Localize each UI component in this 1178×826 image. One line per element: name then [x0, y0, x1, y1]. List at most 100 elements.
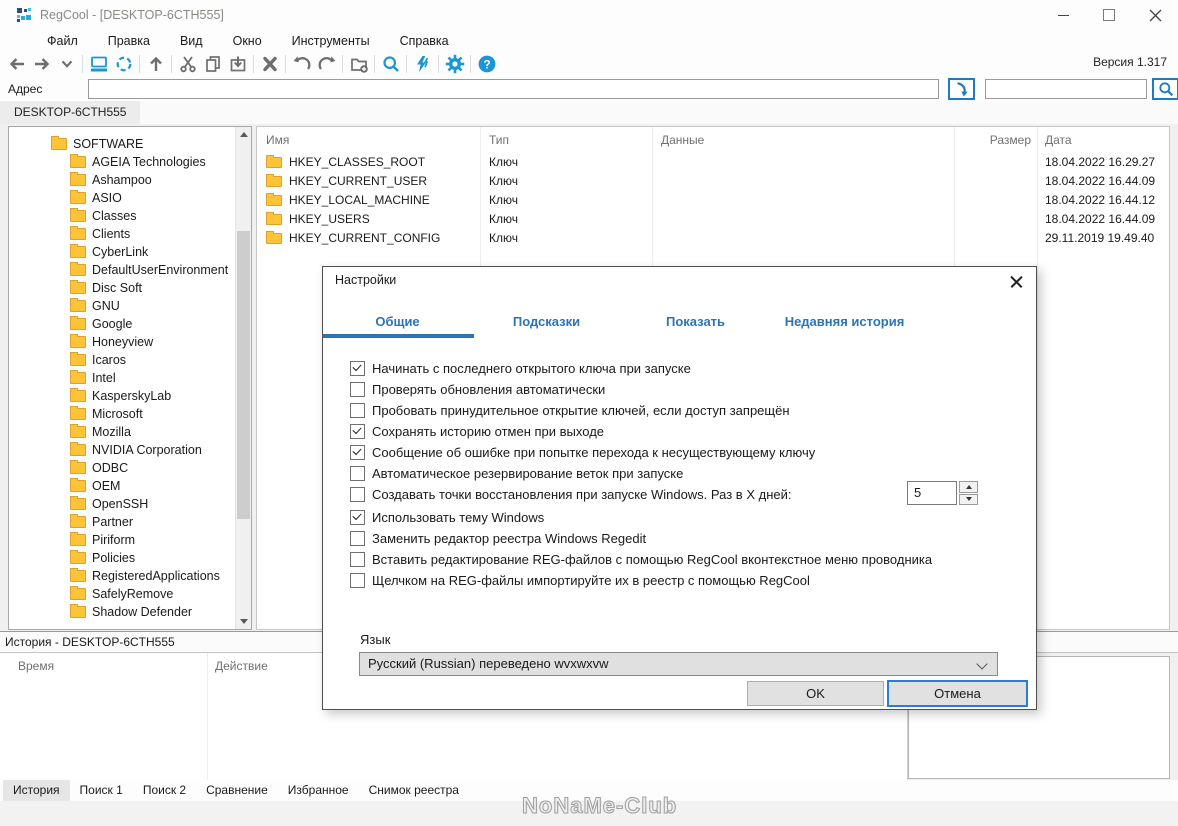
- tree-item[interactable]: Google: [9, 315, 235, 333]
- checkbox-row[interactable]: Сообщение об ошибке при попытке перехода…: [350, 442, 815, 463]
- tree-scrollbar[interactable]: [235, 127, 251, 629]
- undo-button[interactable]: [289, 53, 314, 75]
- cut-button[interactable]: [175, 53, 200, 75]
- dialog-tab[interactable]: Общие: [323, 309, 472, 334]
- checkbox[interactable]: [350, 466, 365, 481]
- tree-item[interactable]: Intel: [9, 369, 235, 387]
- bottom-tab[interactable]: Поиск 1: [70, 780, 133, 801]
- bottom-tab[interactable]: Поиск 2: [133, 780, 196, 801]
- address-input[interactable]: [88, 78, 939, 99]
- quick-search-input[interactable]: [985, 78, 1147, 99]
- checkbox-row[interactable]: Создавать точки восстановления при запус…: [350, 484, 815, 505]
- tree-item[interactable]: DefaultUserEnvironment: [9, 261, 235, 279]
- column-header-type[interactable]: Тип: [480, 127, 652, 153]
- tree-item[interactable]: SafelyRemove: [9, 585, 235, 603]
- checkbox[interactable]: [350, 445, 365, 460]
- session-tab[interactable]: DESKTOP-6CTH555: [0, 101, 141, 124]
- table-row[interactable]: HKEY_CLASSES_ROOT Ключ 18.04.2022 16.29.…: [257, 153, 1169, 172]
- stepper-down-button[interactable]: [959, 493, 978, 505]
- tree-item[interactable]: Piriform: [9, 531, 235, 549]
- search-button-toolbar[interactable]: [378, 53, 403, 75]
- forward-button[interactable]: [29, 53, 54, 75]
- checkbox[interactable]: [350, 403, 365, 418]
- checkbox[interactable]: [350, 382, 365, 397]
- checkbox-row[interactable]: Вставить редактирование REG-файлов с пом…: [350, 549, 932, 570]
- tree-item[interactable]: NVIDIA Corporation: [9, 441, 235, 459]
- history-dropdown-button[interactable]: [54, 53, 79, 75]
- tree-item[interactable]: Policies: [9, 549, 235, 567]
- menu-item[interactable]: Правка: [108, 34, 150, 48]
- new-key-button[interactable]: [346, 53, 371, 75]
- tree-item[interactable]: AGEIA Technologies: [9, 153, 235, 171]
- connect-computer-button[interactable]: [86, 53, 111, 75]
- scroll-down-button[interactable]: [236, 614, 251, 629]
- tree-item[interactable]: Partner: [9, 513, 235, 531]
- tree-item[interactable]: GNU: [9, 297, 235, 315]
- tree-item[interactable]: Honeyview: [9, 333, 235, 351]
- history-column-action[interactable]: Действие: [215, 659, 268, 673]
- dialog-close-button[interactable]: [1008, 273, 1026, 291]
- bottom-tab[interactable]: Снимок реестра: [359, 780, 469, 801]
- checkbox[interactable]: [350, 487, 365, 502]
- checkbox[interactable]: [350, 552, 365, 567]
- tree-item[interactable]: KasperskyLab: [9, 387, 235, 405]
- tree-item[interactable]: Mozilla: [9, 423, 235, 441]
- scroll-up-button[interactable]: [236, 127, 251, 142]
- menu-item[interactable]: Файл: [47, 34, 78, 48]
- bottom-tab[interactable]: Сравнение: [196, 780, 278, 801]
- checkbox-row[interactable]: Пробовать принудительное открытие ключей…: [350, 400, 815, 421]
- checkbox[interactable]: [350, 510, 365, 525]
- table-row[interactable]: HKEY_CURRENT_USER Ключ 18.04.2022 16.44.…: [257, 172, 1169, 191]
- tree-item[interactable]: Microsoft: [9, 405, 235, 423]
- cancel-button[interactable]: Отмена: [887, 680, 1028, 707]
- tree-item[interactable]: Classes: [9, 207, 235, 225]
- tree-item[interactable]: OEM: [9, 477, 235, 495]
- tree-item[interactable]: ASIO: [9, 189, 235, 207]
- column-header-data[interactable]: Данные: [652, 127, 954, 153]
- column-header-size[interactable]: Размер: [954, 127, 1037, 153]
- menu-item[interactable]: Вид: [180, 34, 203, 48]
- tree-item[interactable]: OpenSSH: [9, 495, 235, 513]
- checkbox[interactable]: [350, 573, 365, 588]
- checkbox-row[interactable]: Автоматическое резервирование веток при …: [350, 463, 815, 484]
- tree-item[interactable]: Shadow Defender: [9, 603, 235, 621]
- checkbox-row[interactable]: Сохранять историю отмен при выходе: [350, 421, 815, 442]
- stepper-up-button[interactable]: [959, 481, 978, 493]
- menu-item[interactable]: Инструменты: [292, 34, 370, 48]
- tree-item[interactable]: ODBC: [9, 459, 235, 477]
- delete-button[interactable]: [257, 53, 282, 75]
- compare-button[interactable]: [410, 53, 435, 75]
- tree-item[interactable]: RegisteredApplications: [9, 567, 235, 585]
- minimize-button[interactable]: [1040, 0, 1086, 30]
- column-divider[interactable]: [207, 653, 208, 780]
- language-select[interactable]: Русский (Russian) переведено wvxwxvw: [359, 652, 998, 676]
- stepper-value[interactable]: 5: [907, 481, 957, 505]
- refresh-button[interactable]: [111, 53, 136, 75]
- checkbox[interactable]: [350, 361, 365, 376]
- dialog-tab[interactable]: Подсказки: [472, 309, 621, 334]
- checkbox[interactable]: [350, 531, 365, 546]
- tree-item[interactable]: Ashampoo: [9, 171, 235, 189]
- table-row[interactable]: HKEY_LOCAL_MACHINE Ключ 18.04.2022 16.44…: [257, 191, 1169, 210]
- checkbox-row[interactable]: Заменить редактор реестра Windows Regedi…: [350, 528, 932, 549]
- table-row[interactable]: HKEY_USERS Ключ 18.04.2022 16.44.09: [257, 210, 1169, 229]
- redo-button[interactable]: [314, 53, 339, 75]
- menu-item[interactable]: Справка: [400, 34, 449, 48]
- column-header-date[interactable]: Дата: [1037, 127, 1162, 153]
- history-column-time[interactable]: Время: [18, 659, 54, 673]
- settings-button[interactable]: [442, 53, 467, 75]
- column-header-name[interactable]: Имя: [257, 127, 480, 153]
- tree-item[interactable]: Disc Soft: [9, 279, 235, 297]
- help-button[interactable]: ?: [474, 53, 499, 75]
- ok-button[interactable]: OK: [747, 681, 884, 706]
- checkbox-row[interactable]: Использовать тему Windows: [350, 507, 932, 528]
- address-go-button[interactable]: [948, 77, 975, 100]
- tree-item[interactable]: CyberLink: [9, 243, 235, 261]
- close-button[interactable]: [1132, 0, 1178, 30]
- paste-button[interactable]: [225, 53, 250, 75]
- checkbox-row[interactable]: Проверять обновления автоматически: [350, 379, 815, 400]
- dialog-tab[interactable]: Показать: [621, 309, 770, 334]
- table-row[interactable]: HKEY_CURRENT_CONFIG Ключ 29.11.2019 19.4…: [257, 229, 1169, 248]
- quick-search-button[interactable]: [1152, 77, 1178, 100]
- menu-item[interactable]: Окно: [233, 34, 262, 48]
